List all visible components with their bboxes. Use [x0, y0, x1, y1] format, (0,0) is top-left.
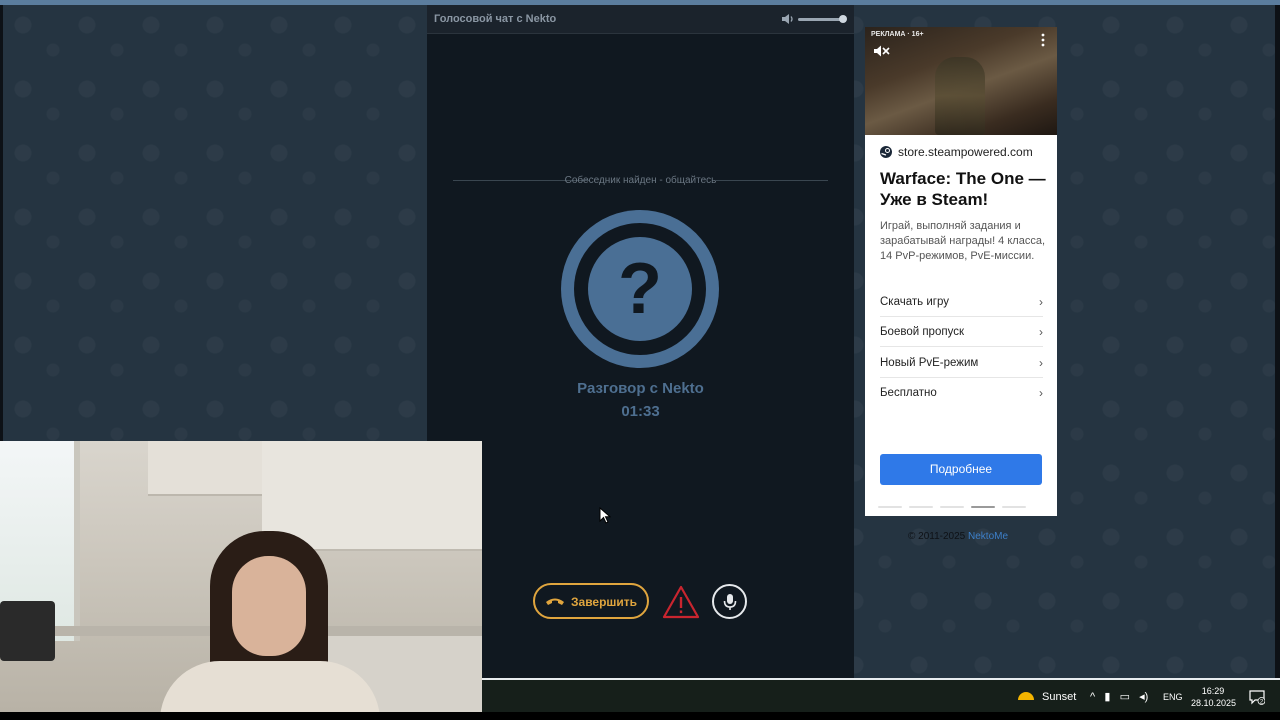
clock[interactable]: 16:29 28.10.2025: [1191, 685, 1237, 709]
ad-link-download[interactable]: Скачать игру ›: [880, 287, 1043, 317]
carousel-dot[interactable]: [1002, 506, 1026, 508]
peer-name: Разговор с Nekto: [577, 380, 704, 397]
ad-title[interactable]: Warface: The One — Уже в Steam!: [880, 168, 1050, 210]
clock-time: 16:29: [1201, 686, 1225, 696]
ad-video-preview[interactable]: РЕКЛАМА · 16+: [865, 27, 1057, 135]
ad-video-subject: [935, 57, 985, 135]
input-language[interactable]: ENG: [1163, 692, 1183, 702]
ad-link-label: Скачать игру: [880, 296, 949, 308]
microphone-icon: [723, 594, 737, 610]
webcam-overlay: [0, 441, 482, 712]
microphone-button[interactable]: [712, 584, 747, 619]
hang-up-phone-icon: [546, 598, 564, 605]
chevron-right-icon: ›: [1039, 356, 1043, 370]
screen: Голосовой чат с Nekto Собеседник найден …: [0, 0, 1280, 720]
muted-speaker-icon[interactable]: [873, 44, 891, 58]
chevron-up-icon[interactable]: ^: [1090, 691, 1095, 703]
ad-domain[interactable]: store.steampowered.com: [898, 145, 1033, 159]
ad-link-label: Новый PvE-режим: [880, 357, 979, 369]
microphone-tray-icon[interactable]: ▮: [1104, 691, 1110, 703]
ad-carousel-indicator: [878, 506, 1044, 509]
ad-link-battle-pass[interactable]: Боевой пропуск ›: [880, 317, 1043, 347]
connection-status: Собеседник найден - общайтесь: [564, 175, 717, 186]
ad-link-label: Боевой пропуск: [880, 326, 964, 338]
taskbar: Sunset ^ ▮ ▭ ◂) ENG 16:29 28.10.2025 2: [482, 678, 1280, 712]
ad-link-free[interactable]: Бесплатно ›: [880, 378, 1043, 408]
voice-chat-panel: Голосовой чат с Nekto Собеседник найден …: [427, 5, 854, 678]
ad-cta-button[interactable]: Подробнее: [880, 454, 1042, 485]
chevron-right-icon: ›: [1039, 386, 1043, 400]
chat-title: Голосовой чат с Nekto: [434, 13, 557, 25]
end-call-label: Завершить: [571, 595, 638, 609]
webcam-cabinet: [262, 441, 482, 551]
chevron-right-icon: ›: [1039, 295, 1043, 309]
clock-date: 28.10.2025: [1191, 698, 1237, 708]
volume-slider-handle[interactable]: [839, 15, 847, 23]
webcam-person-face: [232, 556, 306, 656]
screen-bottom-edge: [0, 712, 1280, 720]
webcam-cabinet: [148, 441, 262, 496]
volume-icon[interactable]: [781, 12, 795, 26]
copyright-text: © 2011-2025: [908, 531, 966, 542]
carousel-dot-active[interactable]: [971, 506, 995, 508]
weather-label[interactable]: Sunset: [1042, 691, 1076, 703]
carousel-dot[interactable]: [909, 506, 933, 508]
svg-text:?: ?: [618, 249, 662, 329]
end-call-button[interactable]: Завершить: [533, 583, 649, 619]
carousel-dot[interactable]: [878, 506, 902, 508]
steam-logo-icon: [880, 146, 892, 158]
advertisement-card[interactable]: РЕКЛАМА · 16+ store.steampowered.com War…: [865, 27, 1057, 516]
battery-icon[interactable]: ▭: [1120, 691, 1130, 703]
brand-link[interactable]: NektoMe: [968, 531, 1008, 542]
carousel-dot[interactable]: [940, 506, 964, 508]
ad-link-pve-mode[interactable]: Новый PvE-режим ›: [880, 348, 1043, 378]
notification-center-icon[interactable]: 2: [1249, 689, 1265, 705]
call-timer: 01:33: [621, 403, 660, 420]
unknown-user-avatar-icon: ?: [561, 210, 719, 368]
ad-age-label: РЕКЛАМА · 16+: [871, 31, 924, 38]
sunset-weather-icon[interactable]: [1017, 688, 1035, 702]
mouse-cursor-icon: [599, 507, 611, 524]
ad-link-label: Бесплатно: [880, 387, 937, 399]
webcam-stove: [0, 601, 55, 661]
system-tray-icons[interactable]: ^ ▮ ▭ ◂): [1090, 690, 1148, 703]
copyright: © 2011-2025 NektoMe: [908, 531, 1008, 542]
report-warning-icon[interactable]: [662, 585, 700, 619]
ad-description: Играй, выполняй задания и зарабатывай на…: [880, 220, 1045, 262]
ad-more-menu-icon[interactable]: [1041, 33, 1045, 47]
speaker-tray-icon[interactable]: ◂): [1139, 691, 1148, 703]
chat-header: Голосовой чат с Nekto: [427, 5, 854, 34]
webcam-person-body: [160, 661, 380, 712]
volume-slider[interactable]: [798, 18, 844, 21]
chevron-right-icon: ›: [1039, 325, 1043, 339]
